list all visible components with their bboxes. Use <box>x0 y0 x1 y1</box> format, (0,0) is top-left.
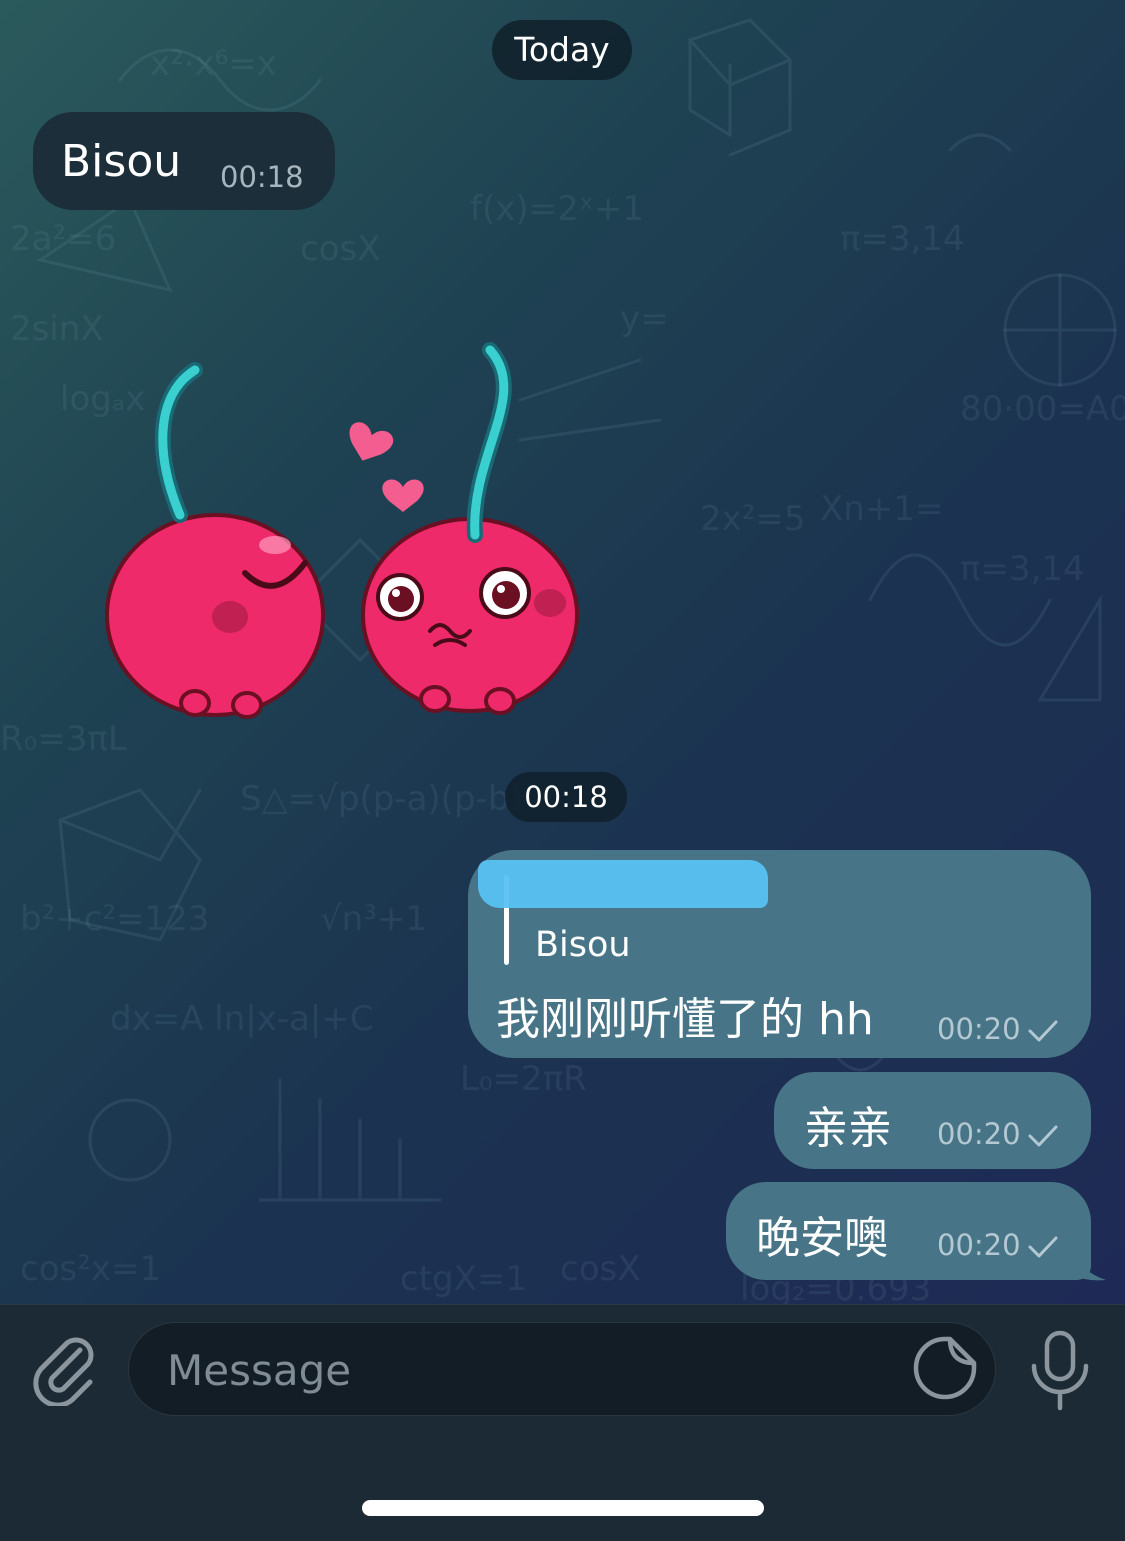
message-time: 00:20 <box>937 1012 1059 1046</box>
message-input-container[interactable] <box>128 1322 996 1416</box>
svg-text:dx=A ln|x-a|+C: dx=A ln|x-a|+C <box>110 999 374 1039</box>
message-time: 00:18 <box>220 160 304 194</box>
cherry-couple-sticker-icon[interactable] <box>95 335 595 735</box>
svg-text:Xn+1=: Xn+1= <box>820 489 943 529</box>
time-separator: 00:18 <box>505 772 627 822</box>
svg-text:cosX: cosX <box>560 1249 641 1289</box>
message-text: 亲亲 <box>804 1103 892 1154</box>
sent-check-icon <box>1028 1125 1058 1147</box>
svg-text:y=: y= <box>620 299 669 339</box>
svg-text:2a²=6: 2a²=6 <box>10 219 116 259</box>
reply-quoted-text[interactable]: Bisou <box>535 925 631 965</box>
svg-text:2x²=5: 2x²=5 <box>700 499 806 539</box>
date-separator: Today <box>492 20 632 80</box>
message-time: 00:20 <box>937 1117 1059 1151</box>
paperclip-icon[interactable] <box>28 1328 100 1406</box>
microphone-icon[interactable] <box>1028 1330 1092 1412</box>
home-indicator[interactable] <box>362 1500 764 1516</box>
svg-text:2sinX: 2sinX <box>10 309 104 349</box>
incoming-message-bubble[interactable]: Bisou 00:18 <box>33 112 335 210</box>
message-input[interactable] <box>165 1337 869 1403</box>
svg-text:x²·x⁶=x: x²·x⁶=x <box>150 44 277 84</box>
svg-text:cosX: cosX <box>300 229 381 269</box>
message-text: 晚安噢 <box>756 1213 888 1264</box>
svg-text:S△=√p(p-a)(p-b): S△=√p(p-a)(p-b) <box>240 779 523 819</box>
svg-text:80·00=A0: 80·00=A0 <box>960 389 1125 429</box>
svg-text:ctgX=1: ctgX=1 <box>400 1259 527 1299</box>
message-time: 00:20 <box>937 1228 1059 1262</box>
message-text: Bisou <box>61 136 182 187</box>
svg-text:π=3,14: π=3,14 <box>960 549 1085 589</box>
sent-check-icon <box>1028 1020 1058 1042</box>
svg-text:π=3,14: π=3,14 <box>840 219 965 259</box>
svg-text:L₀=2πR: L₀=2πR <box>460 1059 587 1099</box>
bubble-tail <box>1070 1240 1106 1281</box>
sent-check-icon <box>1028 1236 1058 1258</box>
svg-text:cos²x=1: cos²x=1 <box>20 1249 161 1289</box>
redaction-mark <box>478 860 768 908</box>
svg-text:f(x)=2ˣ+1: f(x)=2ˣ+1 <box>470 189 644 229</box>
svg-text:b²+c²=123: b²+c²=123 <box>20 899 209 939</box>
svg-text:√n³+1: √n³+1 <box>320 899 427 939</box>
outgoing-reply-message-bubble[interactable]: Bisou 我刚刚听懂了的 hh 00:20 <box>468 850 1091 1058</box>
outgoing-message-bubble[interactable]: 亲亲 00:20 <box>774 1072 1091 1169</box>
sticker-icon[interactable] <box>912 1335 978 1401</box>
outgoing-message-bubble[interactable]: 晚安噢 00:20 <box>726 1182 1091 1280</box>
message-text: 我刚刚听懂了的 hh <box>496 994 874 1045</box>
